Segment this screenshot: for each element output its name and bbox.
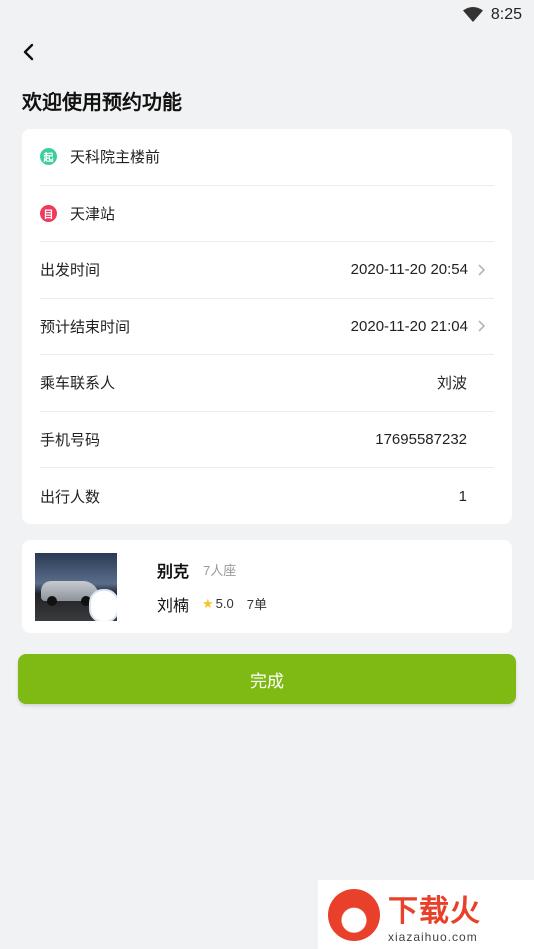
departure-time-label: 出发时间 [40, 262, 101, 280]
car-info-card[interactable]: 别克 7人座 刘楠 ★ 5.0 7单 [22, 540, 512, 633]
start-location-label: 天科院主楼前 [70, 149, 161, 167]
end-time-value: 2020-11-20 21:04 [350, 317, 468, 335]
status-bar: 8:25 [0, 0, 534, 30]
done-button[interactable]: 完成 [18, 654, 516, 704]
car-model: 别克 [157, 563, 190, 581]
car-seats: 7人座 [203, 563, 237, 578]
driver-name: 刘楠 [157, 597, 190, 615]
phone-label: 手机号码 [40, 431, 101, 449]
passenger-count-label: 出行人数 [40, 488, 101, 506]
driver-orders: 7单 [246, 597, 267, 612]
phone-row[interactable]: 手机号码 17695587232 [40, 412, 494, 468]
end-location-label: 天津站 [70, 205, 116, 223]
phone-value: 17695587232 [375, 430, 467, 448]
departure-time-value: 2020-11-20 20:54 [350, 261, 468, 279]
chevron-right-icon [478, 320, 486, 332]
back-button[interactable] [16, 38, 40, 66]
start-badge-icon: 起 [40, 148, 57, 166]
contact-label: 乘车联系人 [40, 375, 116, 393]
chevron-right-icon [478, 264, 486, 276]
end-time-label: 预计结束时间 [40, 318, 131, 336]
end-location-row[interactable]: 目 天津站 [40, 186, 494, 242]
departure-time-row[interactable]: 出发时间 2020-11-20 20:54 [40, 242, 494, 299]
wifi-icon [462, 7, 483, 22]
passenger-count-row[interactable]: 出行人数 1 [40, 468, 494, 525]
watermark-title: 下载火 [388, 894, 481, 928]
driver-rating: 5.0 [215, 596, 234, 611]
passenger-count-value: 1 [458, 487, 467, 505]
watermark: 下载火 xiazaihuo.com [318, 880, 534, 949]
end-time-row[interactable]: 预计结束时间 2020-11-20 21:04 [40, 299, 494, 355]
booking-form-card: 起 天科院主楼前 目 天津站 出发时间 2020-11-20 20:54 预计结… [22, 129, 512, 524]
end-badge-icon: 目 [40, 204, 57, 222]
start-location-row[interactable]: 起 天科院主楼前 [40, 129, 494, 186]
car-photo [35, 552, 117, 621]
watermark-url: xiazaihuo.com [388, 929, 478, 944]
status-time: 8:25 [490, 6, 522, 23]
page-title: 欢迎使用预约功能 [22, 92, 182, 114]
chevron-left-icon [23, 43, 34, 61]
car-details: 别克 7人座 刘楠 ★ 5.0 7单 [157, 558, 267, 616]
contact-value: 刘波 [436, 375, 467, 393]
star-icon: ★ [202, 595, 214, 611]
fire-logo-icon [328, 888, 380, 941]
contact-row[interactable]: 乘车联系人 刘波 [40, 355, 494, 412]
